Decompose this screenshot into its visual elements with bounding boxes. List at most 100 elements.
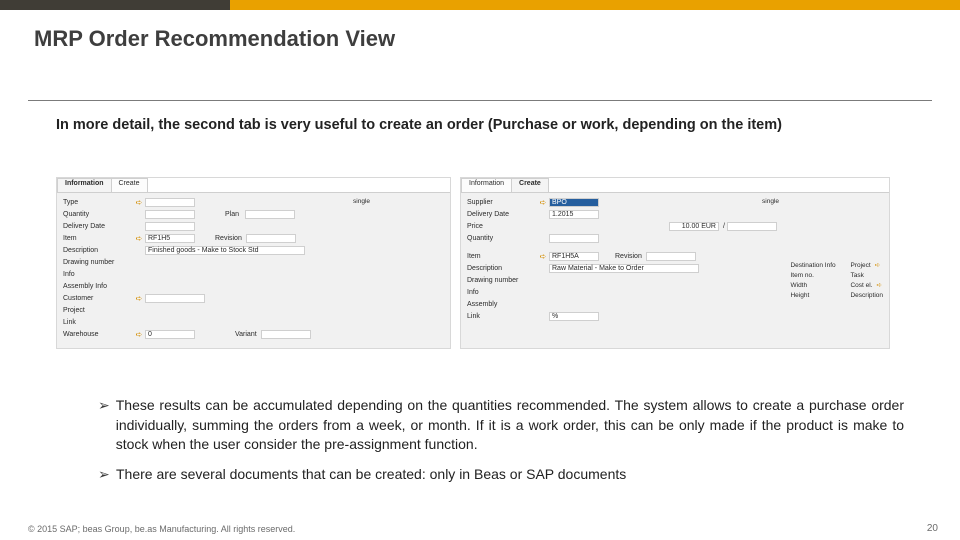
row-customer: Customer ➪ [63, 293, 444, 304]
tab-information[interactable]: Information [461, 178, 512, 192]
row-price: Price 10.00 EUR / [467, 221, 883, 232]
label-project: Project [63, 307, 133, 314]
label-delivery-date: Delivery Date [467, 211, 537, 218]
brand-bar-dark [0, 0, 230, 10]
link-arrow-icon[interactable]: ➪ [133, 198, 145, 207]
row-delivery-date: Delivery Date [63, 221, 444, 232]
quantity-input[interactable] [549, 234, 599, 243]
destination-info-block: Destination Info Project ➪ Item no. Task… [790, 260, 883, 300]
label-warehouse: Warehouse [63, 331, 133, 338]
page-number: 20 [927, 523, 938, 534]
item-input[interactable]: RF1H5 [145, 234, 195, 243]
row-warehouse: Warehouse ➪ 0 Variant [63, 329, 444, 340]
type-input[interactable] [145, 198, 195, 207]
label-info: Info [63, 271, 133, 278]
label-info: Info [467, 289, 537, 296]
plan-input[interactable] [245, 210, 295, 219]
paneA-tabs: Information Create [57, 178, 450, 193]
label-link: Link [467, 313, 537, 320]
tab-create[interactable]: Create [511, 178, 549, 192]
supplier-input[interactable]: BPO [549, 198, 599, 207]
title-rule [28, 100, 932, 101]
row-supplier: Supplier ➪ BPO [467, 197, 883, 208]
row-info: Info [63, 269, 444, 280]
link-arrow-icon[interactable]: ➪ [133, 330, 145, 339]
bullet-item: ➢ These results can be accumulated depen… [98, 396, 904, 455]
revision-input[interactable] [246, 234, 296, 243]
link-arrow-icon[interactable]: ➪ [133, 234, 145, 243]
row-type: Type ➪ [63, 197, 444, 208]
label-price: Price [467, 223, 537, 230]
label-quantity: Quantity [63, 211, 133, 218]
label-assembly-info: Assembly Info [63, 283, 133, 290]
label-height: Height [790, 292, 850, 299]
label-customer: Customer [63, 295, 133, 302]
customer-input[interactable] [145, 294, 205, 303]
warehouse-input[interactable]: 0 [145, 330, 195, 339]
price-input[interactable]: 10.00 EUR [669, 222, 719, 231]
label-item: Item [63, 235, 133, 242]
row-link: Link [63, 317, 444, 328]
row-item-no: Item no. Task [790, 270, 883, 280]
label-drawing-number: Drawing number [467, 277, 537, 284]
chevron-icon: ➢ [98, 396, 110, 455]
purchase-order-form: Information Create single Supplier ➪ BPO… [460, 177, 890, 349]
label-drawing-number: Drawing number [63, 259, 133, 266]
link-input[interactable]: % [549, 312, 599, 321]
row-quantity: Quantity Plan [63, 209, 444, 220]
row-description: Description Finished goods - Make to Sto… [63, 245, 444, 256]
label-revision: Revision [615, 253, 642, 260]
bullet-item: ➢ There are several documents that can b… [98, 465, 904, 485]
row-link: Link % [467, 311, 883, 322]
delivery-date-input[interactable]: 1.2015 [549, 210, 599, 219]
description-input[interactable]: Raw Material - Make to Order [549, 264, 699, 273]
link-arrow-icon[interactable]: ➪ [877, 281, 882, 289]
label-description: Description [63, 247, 133, 254]
slide-footer: © 2015 SAP; beas Group, be.as Manufactur… [0, 517, 960, 540]
description-input[interactable]: Finished goods - Make to Stock Std [145, 246, 305, 255]
label-item: Item [467, 253, 537, 260]
label-assembly: Assembly [467, 301, 537, 308]
single-label: single [353, 198, 370, 205]
row-height: Height Description [790, 290, 883, 300]
value-cost-el: Cost el. [850, 282, 872, 289]
paneB-tabs: Information Create [461, 178, 889, 193]
label-revision: Revision [215, 235, 242, 242]
price-per-input[interactable] [727, 222, 777, 231]
label-quantity: Quantity [467, 235, 537, 242]
row-project: Project [63, 305, 444, 316]
row-drawing-number: Drawing number [63, 257, 444, 268]
link-arrow-icon[interactable]: ➪ [537, 198, 549, 207]
row-assembly-info: Assembly [467, 299, 883, 310]
quantity-input[interactable] [145, 210, 195, 219]
delivery-date-input[interactable] [145, 222, 195, 231]
row-width: Width Cost el. ➪ [790, 280, 883, 290]
label-variant: Variant [235, 331, 257, 338]
bullet-text: There are several documents that can be … [116, 465, 626, 485]
row-destination-info: Destination Info Project ➪ [790, 260, 883, 270]
row-delivery-date: Delivery Date 1.2015 [467, 209, 883, 220]
tab-information[interactable]: Information [57, 178, 112, 192]
bullet-text: These results can be accumulated dependi… [116, 396, 904, 455]
tab-create[interactable]: Create [111, 178, 148, 192]
label-description: Description [467, 265, 537, 272]
intro-text: In more detail, the second tab is very u… [56, 116, 904, 136]
variant-input[interactable] [261, 330, 311, 339]
link-arrow-icon[interactable]: ➪ [875, 261, 880, 269]
link-arrow-icon[interactable]: ➪ [537, 252, 549, 261]
label-plan: Plan [225, 211, 239, 218]
value-project: Project [850, 262, 870, 269]
item-input[interactable]: RF1H5A [549, 252, 599, 261]
link-arrow-icon[interactable]: ➪ [133, 294, 145, 303]
label-delivery-date: Delivery Date [63, 223, 133, 230]
label-link: Link [63, 319, 133, 326]
label-destination-info: Destination Info [790, 262, 850, 269]
row-item: Item ➪ RF1H5 Revision [63, 233, 444, 244]
label-type: Type [63, 199, 133, 206]
value-description: Description [850, 292, 883, 299]
work-order-form: Information Create single Type ➪ Quantit… [56, 177, 451, 349]
revision-input[interactable] [646, 252, 696, 261]
copyright-text: © 2015 SAP; beas Group, be.as Manufactur… [28, 524, 295, 534]
label-item-no: Item no. [790, 272, 850, 279]
row-assembly-info: Assembly Info [63, 281, 444, 292]
